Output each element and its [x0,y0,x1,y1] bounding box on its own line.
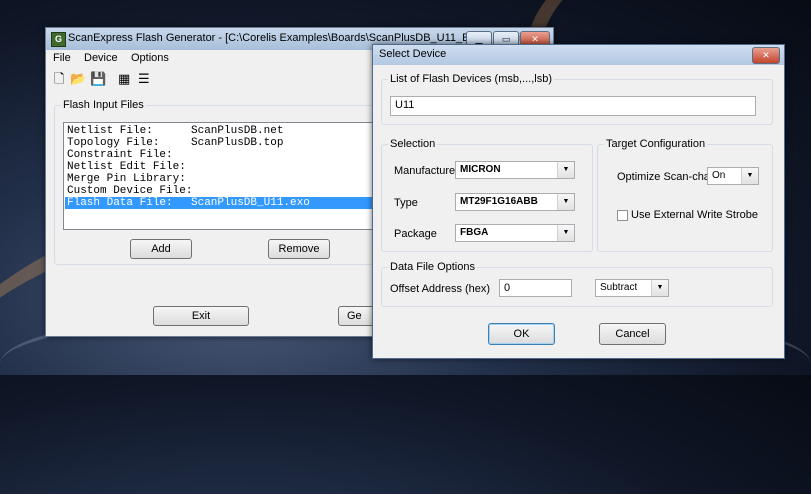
external-write-strobe-checkbox[interactable] [617,210,628,221]
menu-device[interactable]: Device [84,52,118,64]
selection-label: Selection [388,138,438,150]
flash-input-files-list[interactable]: Netlist File: ScanPlusDB.net Topology Fil… [63,122,383,230]
chevron-down-icon: ▼ [557,225,574,241]
list-item[interactable]: Netlist Edit File: [65,161,381,173]
exit-button[interactable]: Exit [153,306,249,326]
list-icon[interactable]: ☰ [138,72,150,86]
target-configuration-label: Target Configuration [604,138,708,150]
list-item[interactable]: Constraint File: [65,149,381,161]
main-window-title: ScanExpress Flash Generator - [C:\Coreli… [68,32,529,44]
chevron-down-icon: ▼ [557,194,574,210]
flash-input-files-label: Flash Input Files [61,99,146,111]
data-file-options-label: Data File Options [388,261,477,273]
offset-address-input[interactable]: 0 [499,279,572,297]
chevron-down-icon: ▼ [651,280,668,296]
close-icon: ✕ [762,50,770,60]
menu-options[interactable]: Options [131,52,169,64]
list-item[interactable]: Merge Pin Library: [65,173,381,185]
flash-devices-input[interactable]: U11 [390,96,756,116]
chevron-down-icon: ▼ [741,168,758,184]
offset-address-label: Offset Address (hex) [390,283,491,295]
minimize-icon: ▁ [475,34,483,44]
chevron-down-icon: ▼ [557,162,574,178]
save-icon[interactable]: 💾 [90,72,106,86]
optimize-scan-chain-select[interactable]: On ▼ [707,167,759,185]
ok-button[interactable]: OK [488,323,555,345]
remove-button[interactable]: Remove [268,239,330,259]
device-icon[interactable]: ▦ [118,72,130,86]
flash-devices-label: List of Flash Devices (msb,...,lsb) [388,73,554,85]
manufacturer-label: Manufacturer [394,165,459,177]
type-select[interactable]: MT29F1G16ABB ▼ [455,193,575,211]
optimize-scan-chain-label: Optimize Scan-chain [617,171,719,183]
list-item[interactable]: Custom Device File: [65,185,381,197]
offset-operation-select[interactable]: Subtract ▼ [595,279,669,297]
app-icon: G [51,32,66,47]
dialog-close-button[interactable]: ✕ [752,47,780,64]
package-select[interactable]: FBGA ▼ [455,224,575,242]
manufacturer-select[interactable]: MICRON ▼ [455,161,575,179]
maximize-icon: ▭ [501,34,511,44]
list-item[interactable]: Netlist File: ScanPlusDB.net [65,125,381,137]
external-write-strobe-label: Use External Write Strobe [631,209,758,221]
package-label: Package [394,228,437,240]
cancel-button[interactable]: Cancel [599,323,666,345]
close-icon: ✕ [531,34,539,44]
type-label: Type [394,197,418,209]
list-item-selected[interactable]: Flash Data File: ScanPlusDB_U11.exo [65,197,381,209]
menu-file[interactable]: File [53,52,71,64]
list-item[interactable]: Topology File: ScanPlusDB.top [65,137,381,149]
dialog-title: Select Device [379,48,447,60]
target-configuration-group [597,144,773,252]
add-button[interactable]: Add [130,239,192,259]
new-file-icon[interactable]: 🗋 [54,72,64,86]
dialog-titlebar[interactable]: Select Device ✕ [373,45,784,65]
open-folder-icon[interactable]: 📂 [70,72,86,86]
select-device-dialog: Select Device ✕ List of Flash Devices (m… [372,44,785,359]
